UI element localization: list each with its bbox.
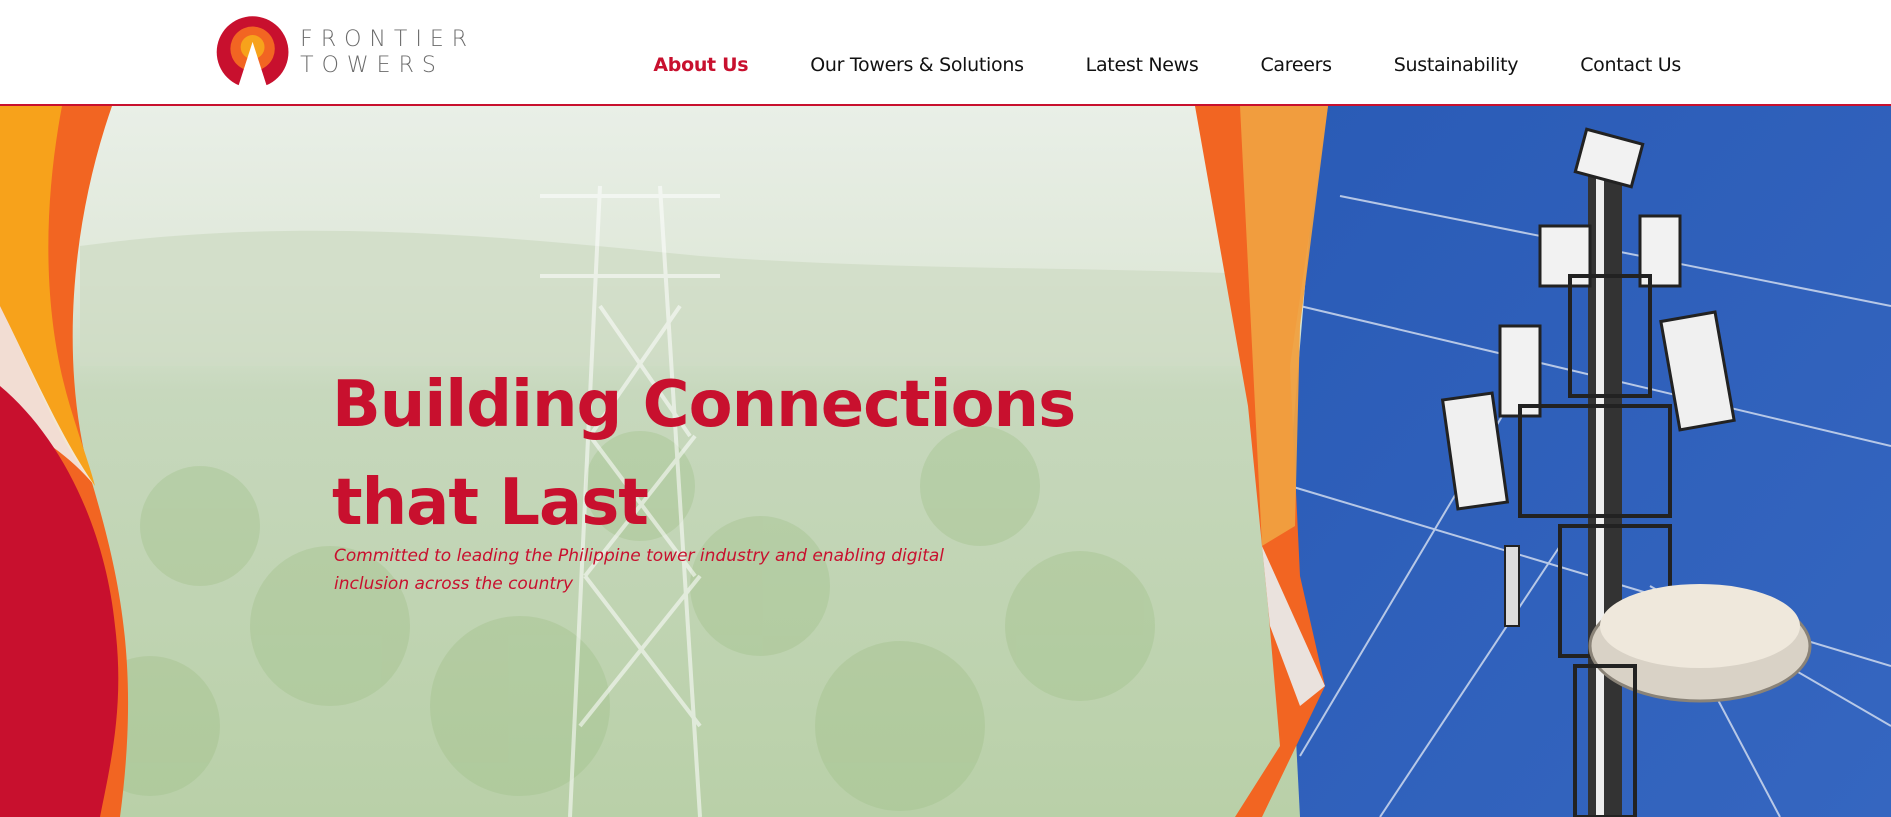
hero-headline: Building Connections that Last	[332, 356, 1076, 552]
hero-subheadline: Committed to leading the Philippine towe…	[334, 546, 945, 594]
nav-latest-news[interactable]: Latest News	[1086, 54, 1199, 76]
hero-headline-line-2: that Last	[332, 466, 649, 540]
logo-wordmark: FRONTIER TOWERS	[300, 27, 475, 79]
logo-line-2: TOWERS	[300, 53, 444, 78]
nav-careers[interactable]: Careers	[1260, 54, 1332, 76]
logo-line-1: FRONTIER	[300, 27, 475, 52]
nav-sustainability[interactable]: Sustainability	[1394, 54, 1519, 76]
nav-about-us[interactable]: About Us	[653, 54, 748, 76]
hero-headline-line-1: Building Connections	[332, 368, 1076, 442]
tower-logo-icon	[216, 16, 289, 90]
nav-our-towers-solutions[interactable]: Our Towers & Solutions	[810, 54, 1024, 76]
hero-banner: Building Connections that Last Committed…	[0, 106, 1891, 817]
site-header: FRONTIER TOWERS About Us Our Towers & So…	[0, 0, 1891, 106]
frontier-towers-logo[interactable]: FRONTIER TOWERS	[215, 10, 475, 96]
main-nav: About Us Our Towers & Solutions Latest N…	[591, 54, 1681, 76]
nav-contact-us[interactable]: Contact Us	[1580, 54, 1681, 76]
